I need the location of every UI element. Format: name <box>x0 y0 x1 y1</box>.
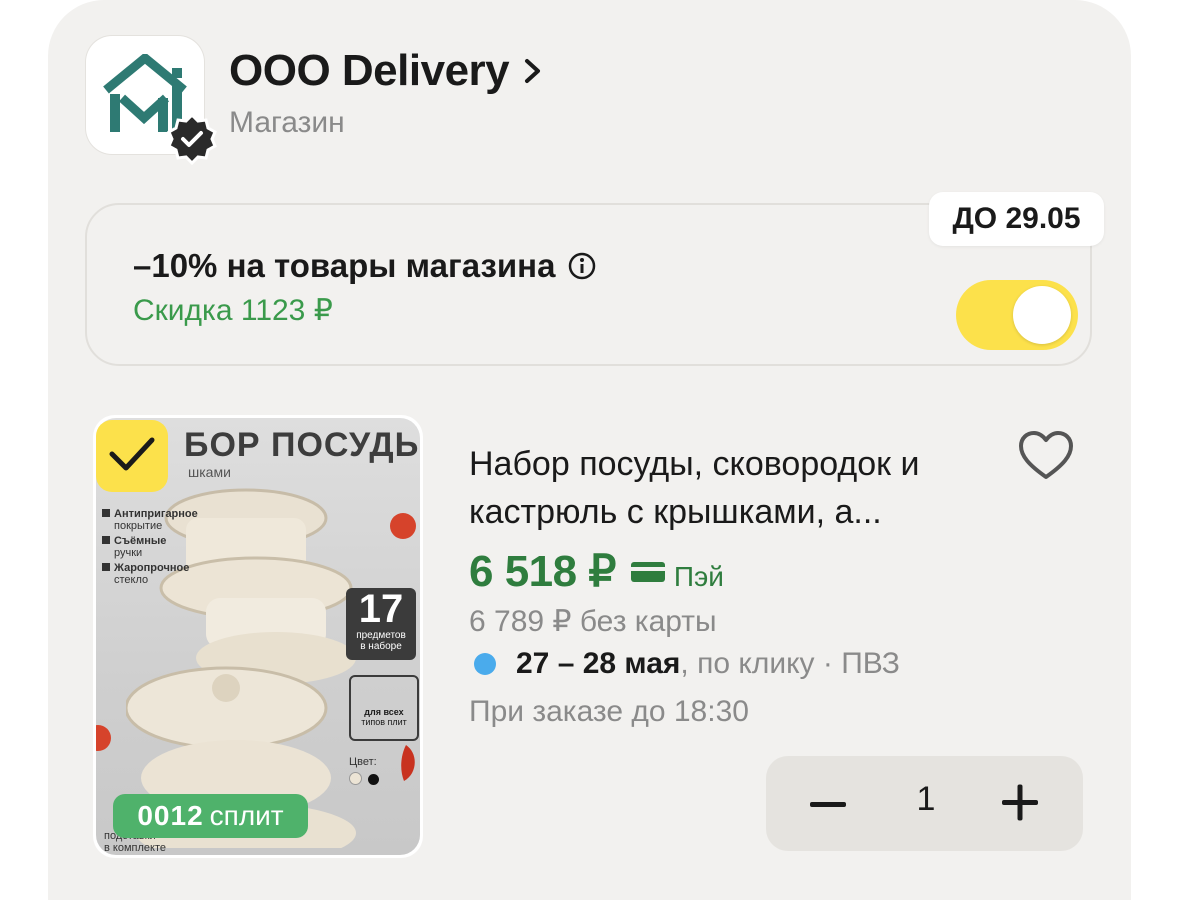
split-label: сплит <box>209 800 284 831</box>
promo-title-text: –10% на товары магазина <box>133 247 556 284</box>
favorite-heart-icon[interactable] <box>1017 429 1075 483</box>
info-icon[interactable] <box>567 251 597 281</box>
product-title[interactable]: Набор посуды, сковородок и кастрюль с кр… <box>469 440 989 536</box>
shop-type: Магазин <box>229 106 345 139</box>
pepper-decoration <box>401 745 415 781</box>
product-select-checkbox[interactable] <box>96 420 168 492</box>
shop-name: ООО Delivery <box>229 46 510 95</box>
image-feature: Съёмные ручки <box>102 535 166 559</box>
toggle-knob <box>1013 286 1071 344</box>
increase-quantity-button[interactable] <box>992 778 1052 828</box>
chevron-right-icon <box>525 59 541 83</box>
quantity-stepper: 1 <box>766 756 1083 851</box>
split-badge: 0012 сплит <box>113 794 308 838</box>
tomato-decoration <box>96 725 111 751</box>
set-count-badge: 17 предметов в наборе <box>346 588 416 660</box>
split-amount: 0012 <box>137 800 204 831</box>
verified-badge-icon <box>167 113 217 165</box>
delivery-info: 27 – 28 мая , по клику · ПВЗ <box>474 647 900 681</box>
quantity-value: 1 <box>916 780 936 818</box>
promo-discount: Скидка 1123 ₽ <box>133 294 333 327</box>
promo-title: –10% на товары магазина <box>133 247 597 285</box>
image-feature: Жаропрочное стекло <box>102 562 189 586</box>
all-stoves-badge: для всех типов плит <box>349 675 419 741</box>
price: 6 518 ₽ <box>469 547 616 596</box>
shop-name-link[interactable]: ООО Delivery <box>229 46 543 96</box>
image-feature: Антипригарное покрытие <box>102 508 198 532</box>
delivery-dates: 27 – 28 мая <box>516 647 681 680</box>
pay-label: Пэй <box>673 561 724 592</box>
decrease-quantity-button[interactable] <box>806 785 866 825</box>
promo-toggle[interactable] <box>956 280 1078 350</box>
payment-card-icon <box>630 561 665 582</box>
promo-deadline-badge: ДО 29.05 <box>929 192 1104 246</box>
image-color-label: Цвет: <box>349 756 379 788</box>
checkmark-icon <box>109 437 155 471</box>
tomato-decoration <box>390 513 416 539</box>
order-deadline: При заказе до 18:30 <box>469 695 749 728</box>
delivery-dot-icon <box>474 653 496 675</box>
price-row: 6 518 ₽ Пэй <box>469 546 724 597</box>
price-without-card: 6 789 ₽ без карты <box>469 605 717 638</box>
delivery-method: , по клику · ПВЗ <box>680 647 900 680</box>
